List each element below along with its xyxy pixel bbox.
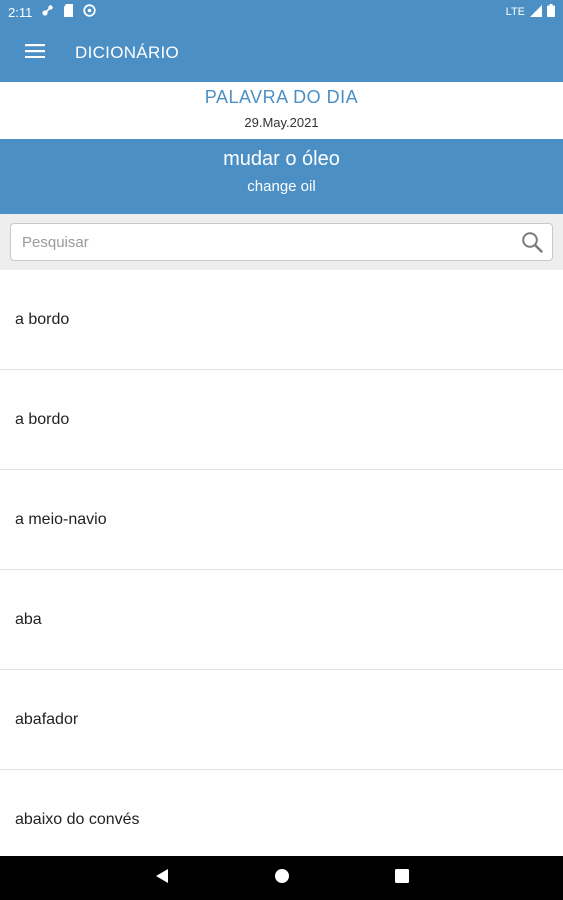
recents-icon [394,868,409,888]
search-input[interactable] [22,233,520,251]
home-icon [274,868,290,889]
word-of-day-card[interactable]: mudar o óleo change oil [0,139,563,214]
sync-icon [83,4,97,20]
network-type: LTE [505,6,525,18]
list-item[interactable]: a bordo [0,270,563,370]
list-item[interactable]: a bordo [0,370,563,470]
status-right: LTE [506,4,555,20]
search-area [0,214,563,270]
battery-icon [547,4,555,20]
settings-notification-icon [41,4,54,20]
search-icon[interactable] [520,230,544,254]
word-of-day-label: PALAVRA DO DIA [204,87,359,107]
list-item[interactable]: abafador [0,670,563,770]
word-list: a bordo a bordo a meio-navio aba abafado… [0,270,563,856]
menu-button[interactable] [0,24,70,82]
list-item[interactable]: aba [0,570,563,670]
home-button[interactable] [222,856,342,900]
search-box [10,223,553,261]
app-title: DICIONÁRIO [75,43,180,62]
status-left: 2:11 [8,4,97,20]
navigation-bar [0,856,563,900]
sd-card-icon [63,4,74,20]
word-of-day-date: 29.May.2021 [244,115,319,130]
word-of-day-translation: change oil [247,178,316,195]
word-of-day-word: mudar o óleo [223,148,340,170]
list-item[interactable]: abaixo do convés [0,770,563,856]
recents-button[interactable] [342,856,462,900]
status-bar: 2:11 LTE [0,0,563,24]
list-item[interactable]: a meio-navio [0,470,563,570]
signal-icon [530,4,542,20]
back-icon [155,868,169,889]
hamburger-menu-icon [25,43,45,63]
status-time: 2:11 [8,4,33,20]
back-button[interactable] [102,856,222,900]
word-of-day-header: PALAVRA DO DIA 29.May.2021 [0,82,563,139]
app-bar: DICIONÁRIO [0,24,563,82]
